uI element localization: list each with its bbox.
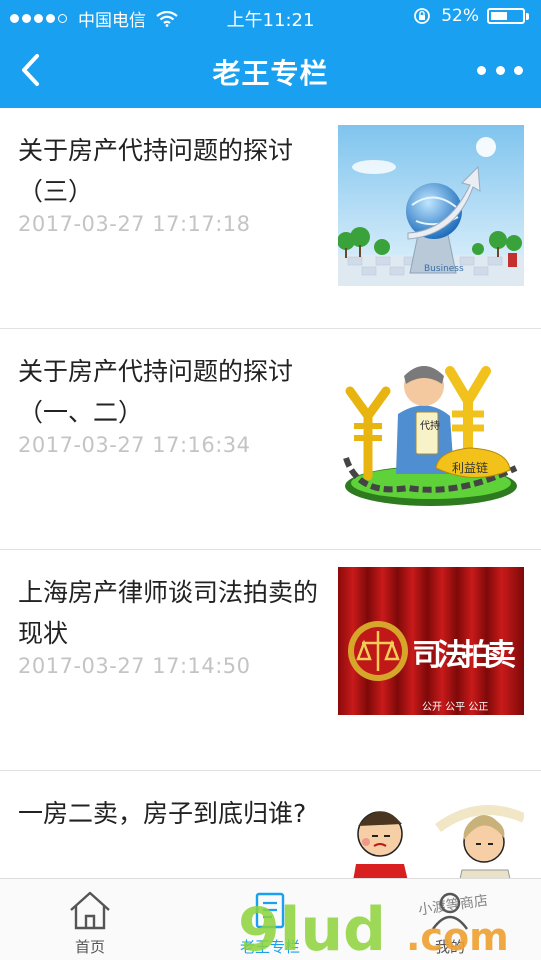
thumb-liyilian-text: 利益链 <box>452 460 488 475</box>
status-right: 52% <box>413 6 529 26</box>
battery-icon <box>487 8 525 24</box>
battery-percent: 52% <box>441 6 479 26</box>
article-thumbnail <box>338 788 524 878</box>
top-bar: 中国电信 上午11:21 52% 老王专栏 <box>0 0 541 108</box>
user-icon <box>432 892 468 930</box>
page-title: 老王专栏 <box>212 57 329 90</box>
article-title: 关于房产代持问题的探讨（一、二） <box>18 357 294 427</box>
article-title: 关于房产代持问题的探讨（三） <box>18 136 294 206</box>
article-title: 上海房产律师谈司法拍卖的现状 <box>18 578 319 648</box>
tab-home-label: 首页 <box>74 938 105 956</box>
status-bar: 中国电信 上午11:21 52% <box>0 0 541 34</box>
thumb-business-text: Business <box>424 264 464 274</box>
article-time: 2017-03-27 17:17:18 <box>18 212 251 236</box>
article-item[interactable]: 上海房产律师谈司法拍卖的现状 2017-03-27 17:14:50 司法拍卖 … <box>0 550 541 771</box>
article-time: 2017-03-27 17:16:34 <box>18 433 251 457</box>
more-dot <box>514 65 523 75</box>
article-thumbnail: 代持 利益链 <box>338 346 524 507</box>
home-icon <box>70 891 110 930</box>
tab-column[interactable]: 老王专栏 <box>180 879 360 960</box>
article-thumbnail: 司法拍卖 公开 公平 公正 <box>338 567 524 715</box>
article-list: 关于房产代持问题的探讨（三） 2017-03-27 17:17:18 Busin… <box>0 108 541 878</box>
tab-column-label: 老王专栏 <box>239 938 300 956</box>
thumb-daichi-text: 代持 <box>420 419 440 432</box>
more-dot <box>495 65 505 75</box>
thumb-sifa-text: 司法拍卖 <box>412 638 516 673</box>
nav-bar: 老王专栏 <box>0 34 541 108</box>
article-title: 一房二卖，房子到底归谁? <box>18 799 307 828</box>
rotation-lock-icon <box>414 8 431 24</box>
tab-mine[interactable]: 我的 <box>360 879 540 960</box>
more-dot <box>477 65 486 75</box>
article-item[interactable]: 关于房产代持问题的探讨（一、二） 2017-03-27 17:16:34 代持 … <box>0 329 541 550</box>
tab-mine-label: 我的 <box>434 938 465 956</box>
more-button[interactable] <box>477 60 523 80</box>
article-thumbnail: Business <box>338 125 524 286</box>
tab-bar: 首页 老王专栏 我的 <box>0 878 541 960</box>
article-item[interactable]: 一房二卖，房子到底归谁? <box>0 771 541 878</box>
thumb-gongkai-text: 公开 公平 公正 <box>422 702 488 713</box>
article-time: 2017-03-27 17:14:50 <box>18 654 251 678</box>
article-item[interactable]: 关于房产代持问题的探讨（三） 2017-03-27 17:17:18 Busin… <box>0 108 541 329</box>
column-icon <box>255 892 285 929</box>
tab-home[interactable]: 首页 <box>0 879 180 960</box>
